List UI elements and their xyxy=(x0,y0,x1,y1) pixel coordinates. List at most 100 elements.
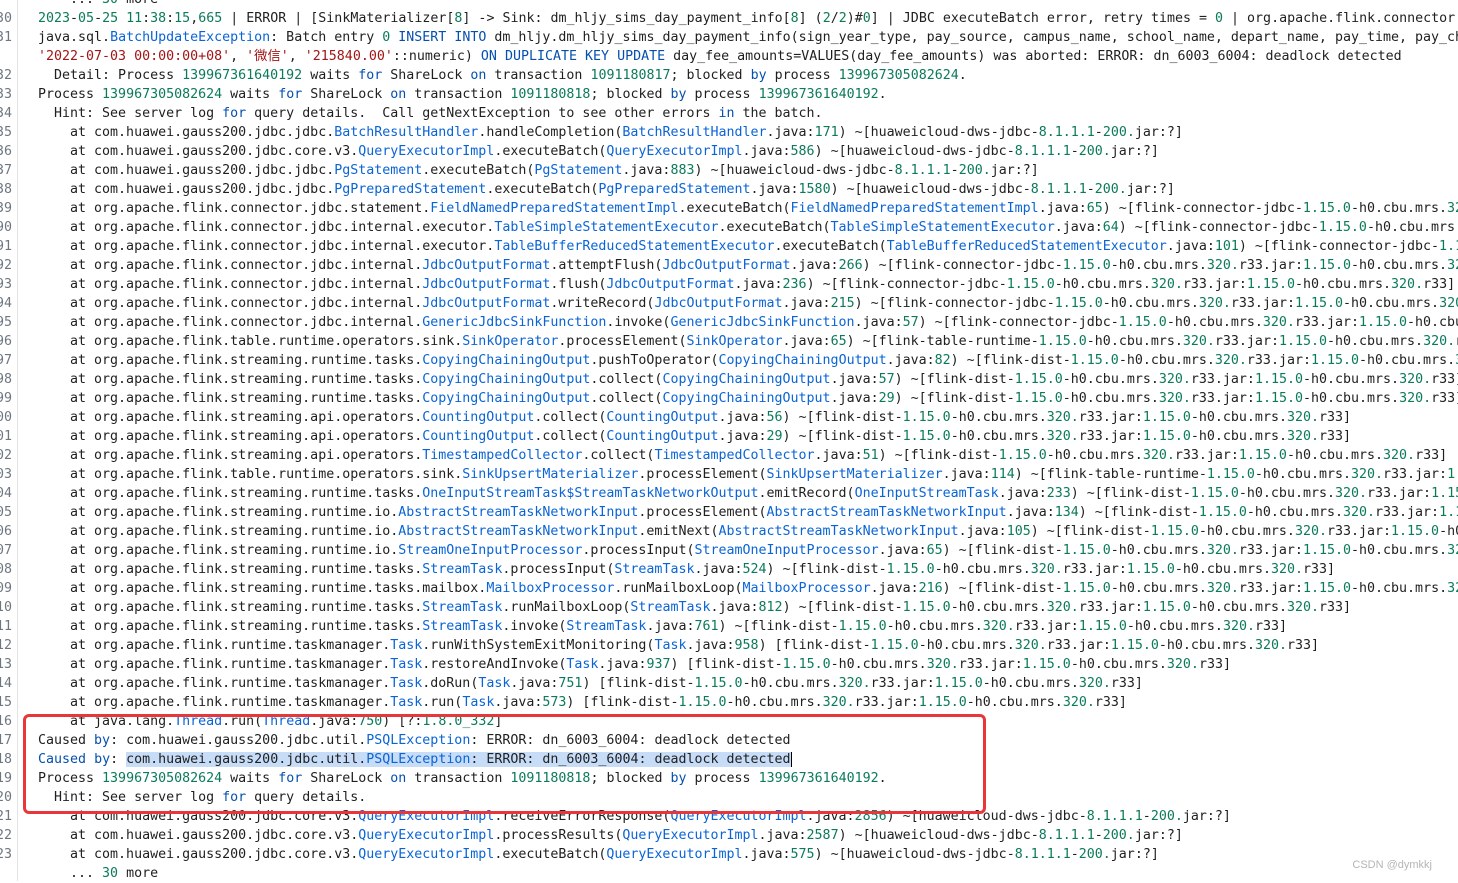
selected-text[interactable]: com.huawei.gauss200.jdbc.util.PSQLExcept… xyxy=(126,752,791,767)
log-line-text: at org.apache.flink.streaming.api.operat… xyxy=(38,410,1352,425)
log-line-text: at org.apache.flink.streaming.runtime.ta… xyxy=(38,581,1458,596)
log-line-text: at org.apache.flink.streaming.api.operat… xyxy=(38,448,1448,463)
log-line: 35 at com.huawei.gauss200.jdbc.jdbc.Batc… xyxy=(0,123,1458,142)
line-number: 98 xyxy=(0,372,12,387)
line-number: 03 xyxy=(0,467,12,482)
log-line: 16 at java.lang.Thread.run(Thread.java:7… xyxy=(0,712,1458,731)
line-number: 16 xyxy=(0,714,12,729)
line-number: 01 xyxy=(0,429,12,444)
log-line-text: at org.apache.flink.streaming.runtime.ta… xyxy=(38,486,1458,501)
log-line-text: at org.apache.flink.streaming.runtime.ta… xyxy=(38,600,1352,615)
log-line-text: at org.apache.flink.streaming.runtime.ta… xyxy=(38,372,1458,387)
line-number: 23 xyxy=(0,847,12,862)
log-line: 13 at org.apache.flink.runtime.taskmanag… xyxy=(0,655,1458,674)
log-line-text: at org.apache.flink.table.runtime.operat… xyxy=(38,334,1458,349)
line-number: 90 xyxy=(0,220,12,235)
log-line: 12 at org.apache.flink.runtime.taskmanag… xyxy=(0,636,1458,655)
log-line-text: ... 30 more xyxy=(38,0,158,9)
log-line: 23 at com.huawei.gauss200.jdbc.core.v3.Q… xyxy=(0,845,1458,864)
log-line: 11 at org.apache.flink.streaming.runtime… xyxy=(0,617,1458,636)
log-line-text: Caused by: com.huawei.gauss200.jdbc.util… xyxy=(38,751,792,767)
log-line-text: at org.apache.flink.runtime.taskmanager.… xyxy=(38,695,1127,710)
log-line-text: at java.lang.Thread.run(Thread.java:750)… xyxy=(38,714,503,729)
watermark: CSDN @dymkkj xyxy=(1352,859,1432,871)
log-line-text: at org.apache.flink.streaming.runtime.io… xyxy=(38,505,1458,520)
line-number: 34 xyxy=(0,106,12,121)
log-line: 20 Hint: See server log for query detail… xyxy=(0,788,1458,807)
log-line-text: Process 139967305082624 waits for ShareL… xyxy=(38,87,887,102)
line-number: 36 xyxy=(0,144,12,159)
log-line: 05 at org.apache.flink.streaming.runtime… xyxy=(0,503,1458,522)
line-number: 96 xyxy=(0,334,12,349)
log-line-text: ... 30 more xyxy=(38,866,159,881)
line-number: 12 xyxy=(0,638,12,653)
line-number: 11 xyxy=(0,619,12,634)
line-number: 10 xyxy=(0,600,12,615)
log-line-text: at org.apache.flink.connector.jdbc.state… xyxy=(38,201,1458,216)
log-line-text: 2023-05-25 11:38:15,665 | ERROR | [SinkM… xyxy=(38,11,1458,26)
line-number: 32 xyxy=(0,68,12,83)
log-line: 38 at com.huawei.gauss200.jdbc.jdbc.PgPr… xyxy=(0,180,1458,199)
line-number: 93 xyxy=(0,277,12,292)
log-line: 36 at com.huawei.gauss200.jdbc.core.v3.Q… xyxy=(0,142,1458,161)
line-number: 92 xyxy=(0,258,12,273)
log-line-text: Process 139967305082624 waits for ShareL… xyxy=(38,771,887,786)
log-line-text: at org.apache.flink.streaming.runtime.io… xyxy=(38,543,1458,558)
line-number: 00 xyxy=(0,410,12,425)
line-number: 20 xyxy=(0,790,12,805)
log-line-text: at org.apache.flink.runtime.taskmanager.… xyxy=(38,657,1231,672)
log-line-text: at com.huawei.gauss200.jdbc.jdbc.PgState… xyxy=(38,163,1039,178)
log-line-text: Detail: Process 139967361640192 waits fo… xyxy=(38,68,967,83)
log-line-text: at org.apache.flink.connector.jdbc.inter… xyxy=(38,239,1458,254)
line-number: 95 xyxy=(0,315,12,330)
log-viewer[interactable]: ... 30 more 30 2023-05-25 11:38:15,665 | E… xyxy=(0,0,1458,883)
log-line: 93 at org.apache.flink.connector.jdbc.in… xyxy=(0,275,1458,294)
log-line-text: at com.huawei.gauss200.jdbc.core.v3.Quer… xyxy=(38,847,1159,862)
line-number: 08 xyxy=(0,562,12,577)
line-number: 18 xyxy=(0,752,12,767)
log-line: 31 java.sql.BatchUpdateException: Batch e… xyxy=(0,28,1458,47)
log-line-text: Hint: See server log for query details. xyxy=(38,790,367,805)
log-line: 30 2023-05-25 11:38:15,665 | ERROR | [Sin… xyxy=(0,9,1458,28)
line-number: 06 xyxy=(0,524,12,539)
log-line: 37 at com.huawei.gauss200.jdbc.jdbc.PgSt… xyxy=(0,161,1458,180)
log-line: 02 at org.apache.flink.streaming.api.ope… xyxy=(0,446,1458,465)
log-line: 04 at org.apache.flink.streaming.runtime… xyxy=(0,484,1458,503)
line-number: 07 xyxy=(0,543,12,558)
log-line: 32 Detail: Process 139967361640192 waits… xyxy=(0,66,1458,85)
log-line-text: at org.apache.flink.connector.jdbc.inter… xyxy=(38,258,1458,273)
line-number: 21 xyxy=(0,809,12,824)
log-line-text: at org.apache.flink.runtime.taskmanager.… xyxy=(38,676,1143,691)
log-line: 94 at org.apache.flink.connector.jdbc.in… xyxy=(0,294,1458,313)
log-line-text: at com.huawei.gauss200.jdbc.core.v3.Quer… xyxy=(38,144,1159,159)
line-number: 37 xyxy=(0,163,12,178)
log-line: 03 at org.apache.flink.table.runtime.ope… xyxy=(0,465,1458,484)
log-line-text: at org.apache.flink.streaming.runtime.ta… xyxy=(38,353,1458,368)
log-line: ... 30 more xyxy=(0,0,1458,9)
log-line-text: at org.apache.flink.connector.jdbc.inter… xyxy=(38,277,1456,292)
log-line: 00 at org.apache.flink.streaming.api.ope… xyxy=(0,408,1458,427)
log-line: 17 Caused by: com.huawei.gauss200.jdbc.ut… xyxy=(0,731,1458,750)
log-line-text: at com.huawei.gauss200.jdbc.core.v3.Quer… xyxy=(38,828,1183,843)
line-number: 38 xyxy=(0,182,12,197)
log-line-text: at org.apache.flink.connector.jdbc.inter… xyxy=(38,220,1458,235)
log-line-text: at com.huawei.gauss200.jdbc.jdbc.PgPrepa… xyxy=(38,182,1175,197)
log-line: 91 at org.apache.flink.connector.jdbc.in… xyxy=(0,237,1458,256)
log-line: 99 at org.apache.flink.streaming.runtime… xyxy=(0,389,1458,408)
log-line-text: at org.apache.flink.runtime.taskmanager.… xyxy=(38,638,1320,653)
log-line-text: at org.apache.flink.streaming.runtime.io… xyxy=(38,524,1458,539)
line-number: 19 xyxy=(0,771,12,786)
log-line: 14 at org.apache.flink.runtime.taskmanag… xyxy=(0,674,1458,693)
log-line: 22 at com.huawei.gauss200.jdbc.core.v3.Q… xyxy=(0,826,1458,845)
log-line: 09 at org.apache.flink.streaming.runtime… xyxy=(0,579,1458,598)
line-number: 33 xyxy=(0,87,12,102)
log-line-text: at org.apache.flink.streaming.runtime.ta… xyxy=(38,562,1336,577)
log-line: 92 at org.apache.flink.connector.jdbc.in… xyxy=(0,256,1458,275)
log-line: 21 at com.huawei.gauss200.jdbc.core.v3.Q… xyxy=(0,807,1458,826)
log-line: 10 at org.apache.flink.streaming.runtime… xyxy=(0,598,1458,617)
log-line: ... 30 more xyxy=(0,864,1458,883)
log-line: 39 at org.apache.flink.connector.jdbc.st… xyxy=(0,199,1458,218)
log-line-text: '2022-07-03 00:00:00+08', '微信', '215840.… xyxy=(38,49,1402,64)
line-number: 39 xyxy=(0,201,12,216)
log-line-text: at com.huawei.gauss200.jdbc.core.v3.Quer… xyxy=(38,809,1231,824)
